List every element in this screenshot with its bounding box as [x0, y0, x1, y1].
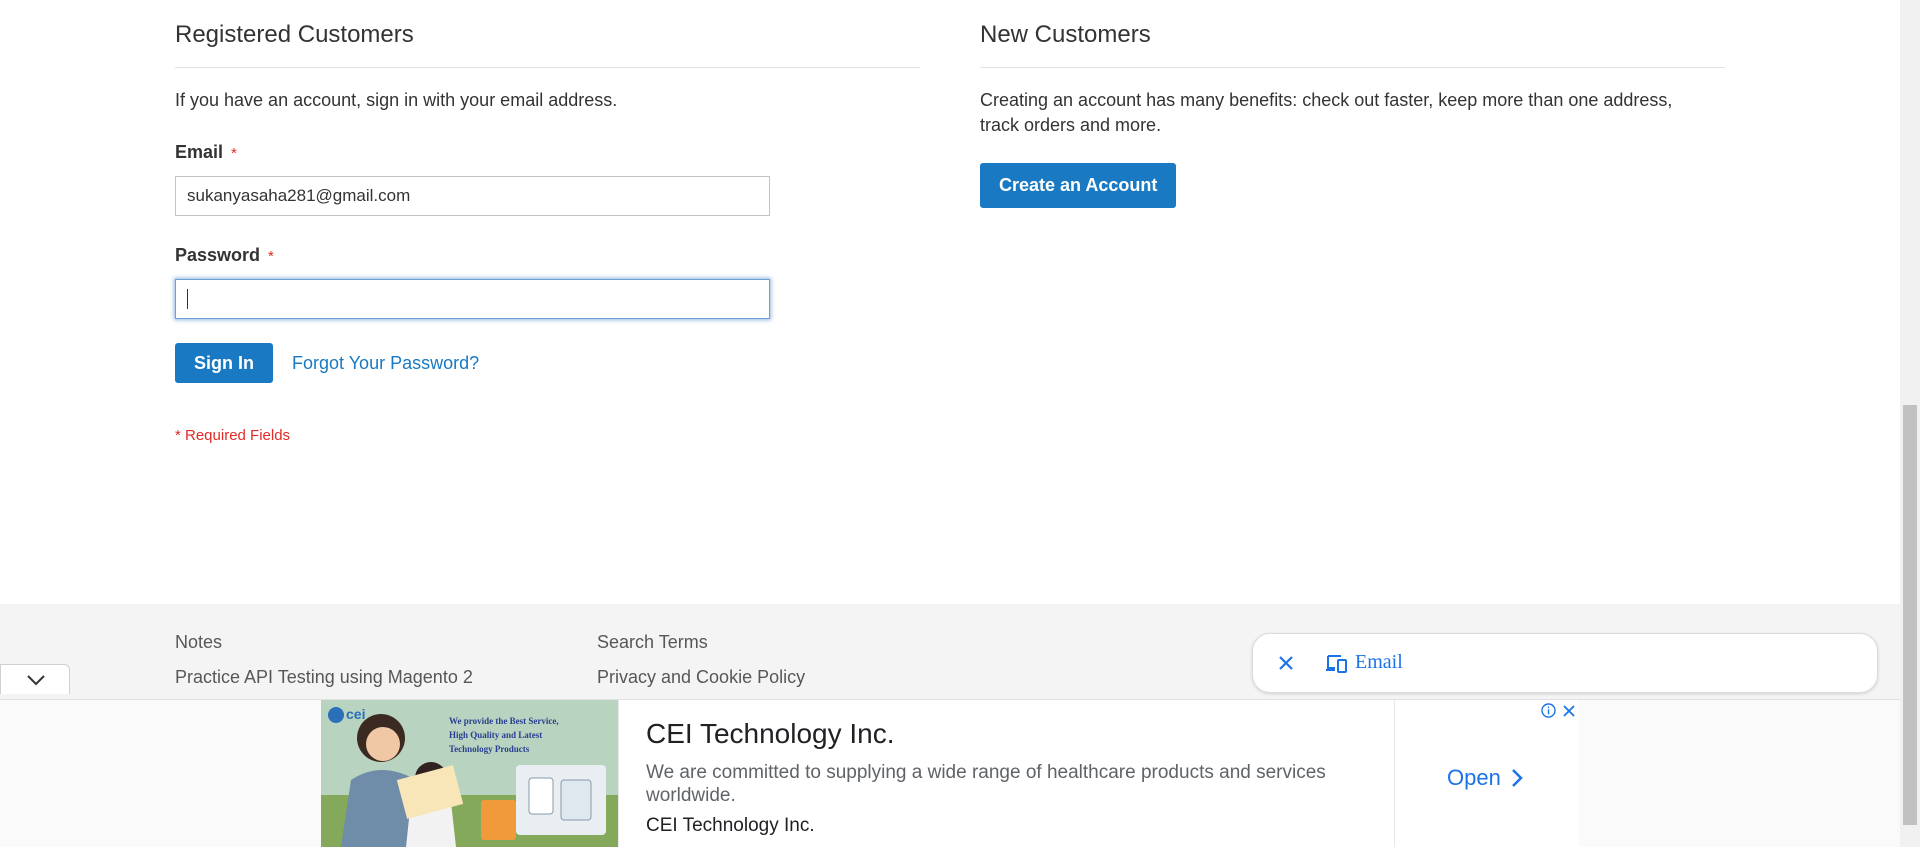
password-field[interactable]	[175, 279, 770, 319]
registered-customers-title: Registered Customers	[175, 0, 920, 68]
ad-open-label: Open	[1447, 765, 1501, 790]
ad-divider-left	[618, 700, 619, 847]
new-customers-block: New Customers Creating an account has ma…	[980, 0, 1725, 208]
new-customers-intro-text: Creating an account has many benefits: c…	[980, 90, 1673, 135]
email-label: Email *	[175, 140, 920, 166]
devices-icon	[1325, 653, 1349, 680]
forgot-password-link[interactable]: Forgot Your Password?	[292, 353, 479, 374]
ad-unit[interactable]: cei We provide the Best Service, High Qu…	[321, 700, 1579, 847]
sign-in-button[interactable]: Sign In	[175, 343, 273, 383]
ad-divider-right	[1394, 700, 1395, 847]
email-share-chip[interactable]: Email	[1252, 633, 1878, 693]
registered-customers-block: Registered Customers If you have an acco…	[175, 0, 920, 444]
email-field[interactable]	[175, 176, 770, 216]
password-required-star: *	[268, 248, 274, 265]
email-label-text: Email	[175, 142, 224, 162]
create-account-button[interactable]: Create an Account	[980, 163, 1177, 208]
email-required-star: *	[231, 145, 237, 162]
info-icon[interactable]	[1541, 703, 1556, 718]
ad-collapse-tab[interactable]	[0, 664, 70, 694]
ad-title[interactable]: CEI Technology Inc.	[646, 718, 895, 750]
text-caret	[187, 289, 188, 309]
chevron-right-icon	[1511, 769, 1523, 787]
password-field-wrap	[175, 279, 770, 319]
page: Registered Customers If you have an acco…	[0, 0, 1920, 847]
scrollbar-thumb[interactable]	[1903, 405, 1917, 825]
new-customers-title: New Customers	[980, 0, 1725, 68]
footer-link-practice-api[interactable]: Practice API Testing using Magento 2	[175, 667, 473, 688]
password-label: Password *	[175, 243, 920, 269]
ad-description: We are committed to supplying a wide ran…	[646, 762, 1326, 806]
password-label-text: Password	[175, 245, 261, 265]
create-account-wrap: Create an Account	[980, 163, 1725, 208]
close-icon[interactable]	[1275, 652, 1297, 674]
login-actions: Sign In Forgot Your Password?	[175, 343, 920, 383]
footer-link-privacy[interactable]: Privacy and Cookie Policy	[597, 667, 805, 688]
ad-image-logo: cei	[346, 706, 366, 722]
ad-image[interactable]: cei We provide the Best Service, High Qu…	[321, 700, 618, 847]
required-fields-note: * Required Fields	[175, 427, 291, 444]
chevron-down-icon	[27, 675, 45, 686]
footer-link-notes[interactable]: Notes	[175, 632, 222, 653]
ad-open-button[interactable]: Open	[1447, 765, 1523, 791]
main-content: Registered Customers If you have an acco…	[0, 0, 1900, 847]
email-field-wrap	[175, 176, 770, 216]
footer-link-search-terms[interactable]: Search Terms	[597, 632, 708, 653]
ad-close-icon[interactable]	[1562, 704, 1576, 718]
ad-image-tagline: We provide the Best Service, High Qualit…	[449, 716, 559, 754]
registered-intro-text: If you have an account, sign in with you…	[175, 90, 618, 110]
email-chip-label: Email	[1355, 651, 1403, 673]
ad-info-controls	[1541, 703, 1576, 718]
ad-brand: CEI Technology Inc.	[646, 815, 815, 836]
vertical-scrollbar[interactable]	[1900, 0, 1920, 847]
